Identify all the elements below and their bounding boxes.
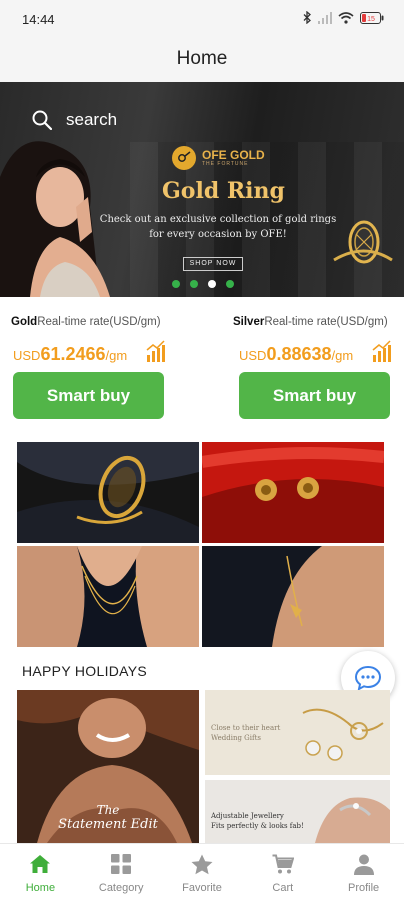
silver-currency: USD <box>239 348 267 363</box>
promo-banner[interactable]: search OFE GOLD THE FORTUNE Gold Ring Ch… <box>0 82 404 297</box>
silver-rate-value: USD0.88638/gm <box>239 344 353 365</box>
nav-cart[interactable]: Cart <box>242 844 323 900</box>
promo-wedding-gifts[interactable]: Close to their heart Wedding Gifts <box>205 690 390 775</box>
search-placeholder: search <box>66 110 118 129</box>
section-title-happy-holidays: HAPPY HOLIDAYS <box>22 663 148 679</box>
nav-cart-label: Cart <box>272 882 294 894</box>
product-tile-gold-earrings[interactable] <box>202 442 384 543</box>
adjustable-jewellery-line1: Adjustable Jewellery <box>211 812 284 820</box>
home-icon <box>29 852 51 876</box>
gold-rate-value: USD61.2466/gm <box>13 344 127 365</box>
cellular-signal-icon <box>318 11 332 24</box>
status-time: 14:44 <box>22 12 55 27</box>
nav-category-label: Category <box>98 882 144 894</box>
search-icon <box>32 110 52 130</box>
gold-smart-buy-button[interactable]: Smart buy <box>13 372 164 419</box>
nav-category[interactable]: Category <box>81 844 162 900</box>
statement-edit-line1: The <box>96 803 120 817</box>
silver-metal-name: Silver <box>233 316 265 328</box>
carousel-dot-3[interactable] <box>208 280 216 288</box>
shop-now-button[interactable]: SHOP NOW <box>183 257 243 271</box>
bluetooth-icon <box>303 11 311 24</box>
nav-favorite-label: Favorite <box>182 882 222 894</box>
gold-ring-image <box>333 220 393 264</box>
gold-metal-name: Gold <box>11 316 38 328</box>
wedding-gifts-line1: Close to their heart <box>211 724 281 732</box>
search-bar[interactable]: search <box>32 110 117 130</box>
carousel-dots[interactable] <box>172 280 234 288</box>
gold-trend-chart-icon[interactable] <box>146 340 166 362</box>
banner-subtitle: Check out an exclusive collection of gol… <box>99 214 337 240</box>
gold-currency: USD <box>13 348 41 363</box>
product-tile-gold-bracelet[interactable] <box>202 546 384 647</box>
status-icons: 15 <box>303 11 384 24</box>
promo-statement-edit[interactable]: The Statement Edit <box>17 690 199 843</box>
gold-price: 61.2466 <box>40 344 106 364</box>
wifi-icon <box>338 11 354 24</box>
carousel-dot-1[interactable] <box>172 280 180 288</box>
wedding-gifts-line2: Wedding Gifts <box>211 734 262 742</box>
product-tile-gold-necklace[interactable] <box>17 546 199 647</box>
silver-rate-block: SilverReal-time rate(USD/gm) <box>233 316 388 328</box>
carousel-dot-2[interactable] <box>190 280 198 288</box>
adjustable-jewellery-line2: Fits perfectly & looks fab! <box>211 822 304 830</box>
silver-price: 0.88638 <box>266 344 332 364</box>
banner-title: Gold Ring <box>162 178 285 204</box>
nav-favorite[interactable]: Favorite <box>162 844 243 900</box>
battery-level: 15 <box>367 16 375 23</box>
chat-bubble-icon <box>354 665 382 691</box>
nav-profile[interactable]: Profile <box>323 844 404 900</box>
bottom-navigation: Home Category Favorite Cart Profile <box>0 843 404 900</box>
silver-unit: /gm <box>331 348 354 363</box>
wedding-earrings-photo <box>302 708 384 761</box>
silver-trend-chart-icon[interactable] <box>372 340 392 362</box>
star-icon <box>191 852 213 876</box>
adjustable-ring-hand-photo <box>315 797 390 843</box>
statement-edit-line2: Statement Edit <box>58 817 158 832</box>
brand-logo-row: OFE GOLD THE FORTUNE <box>172 146 265 170</box>
silver-rate-label: SilverReal-time rate(USD/gm) <box>233 316 388 328</box>
nav-profile-label: Profile <box>347 882 380 894</box>
gold-rate-label: GoldReal-time rate(USD/gm) <box>11 316 161 328</box>
promo-adjustable-jewellery[interactable]: Adjustable Jewellery Fits perfectly & lo… <box>205 780 390 843</box>
nav-home-label: Home <box>25 882 56 894</box>
battery-icon: 15 <box>360 11 384 24</box>
gold-rate-block: GoldReal-time rate(USD/gm) <box>11 316 161 328</box>
gold-rate-caption: Real-time rate(USD/gm) <box>37 316 161 328</box>
nav-home[interactable]: Home <box>0 844 81 900</box>
silver-rate-caption: Real-time rate(USD/gm) <box>264 316 388 328</box>
brand-logo-icon <box>172 146 196 170</box>
app-header: Home <box>0 38 404 82</box>
cart-icon <box>272 852 294 876</box>
gold-unit: /gm <box>105 348 128 363</box>
product-tile-gold-ring[interactable] <box>17 442 199 543</box>
silver-smart-buy-button[interactable]: Smart buy <box>239 372 390 419</box>
person-icon <box>353 852 374 876</box>
page-title: Home <box>176 48 228 69</box>
brand-name: OFE GOLD <box>202 148 265 162</box>
status-bar: 14:44 15 <box>0 0 404 38</box>
category-grid-icon <box>111 852 132 876</box>
carousel-dot-4[interactable] <box>226 280 234 288</box>
